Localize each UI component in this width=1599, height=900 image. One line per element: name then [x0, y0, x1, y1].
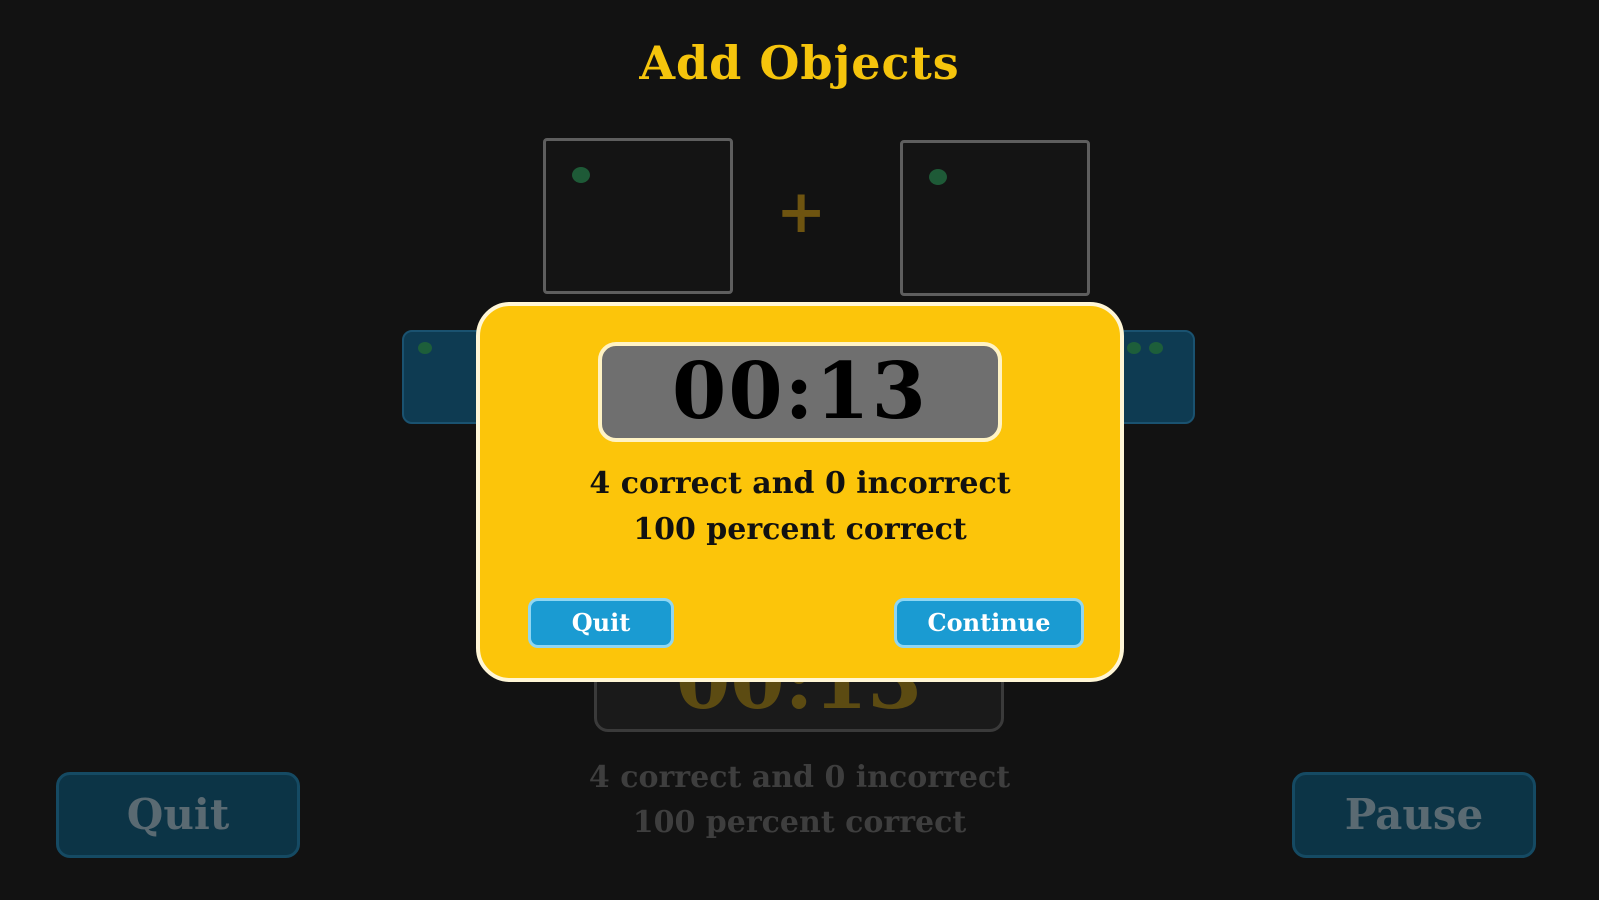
quit-button[interactable]: Quit: [56, 772, 300, 858]
dialog-quit-button[interactable]: Quit: [528, 598, 674, 648]
pause-button[interactable]: Pause: [1292, 772, 1536, 858]
object-dot: [1149, 342, 1163, 354]
addend-box-left[interactable]: [543, 138, 733, 294]
results-stats-line2: 100 percent correct: [633, 512, 967, 547]
object-dot: [1127, 342, 1141, 354]
object-dot: [572, 167, 590, 183]
results-stats-line1: 4 correct and 0 incorrect: [589, 466, 1011, 501]
game-screen: Add Objects + 00:13 4 correct and 0 inco…: [0, 0, 1599, 900]
game-title: Add Objects: [639, 36, 960, 90]
results-timer: 00:13: [598, 342, 1002, 442]
answer-tile-right[interactable]: [1115, 330, 1195, 424]
object-dot: [418, 342, 432, 354]
addend-box-right[interactable]: [900, 140, 1090, 296]
dialog-continue-button[interactable]: Continue: [894, 598, 1084, 648]
answer-tile-left[interactable]: [402, 330, 486, 424]
object-dot: [929, 169, 947, 185]
plus-sign: +: [776, 177, 827, 247]
results-dialog: 00:13 4 correct and 0 incorrect 100 perc…: [476, 302, 1124, 682]
